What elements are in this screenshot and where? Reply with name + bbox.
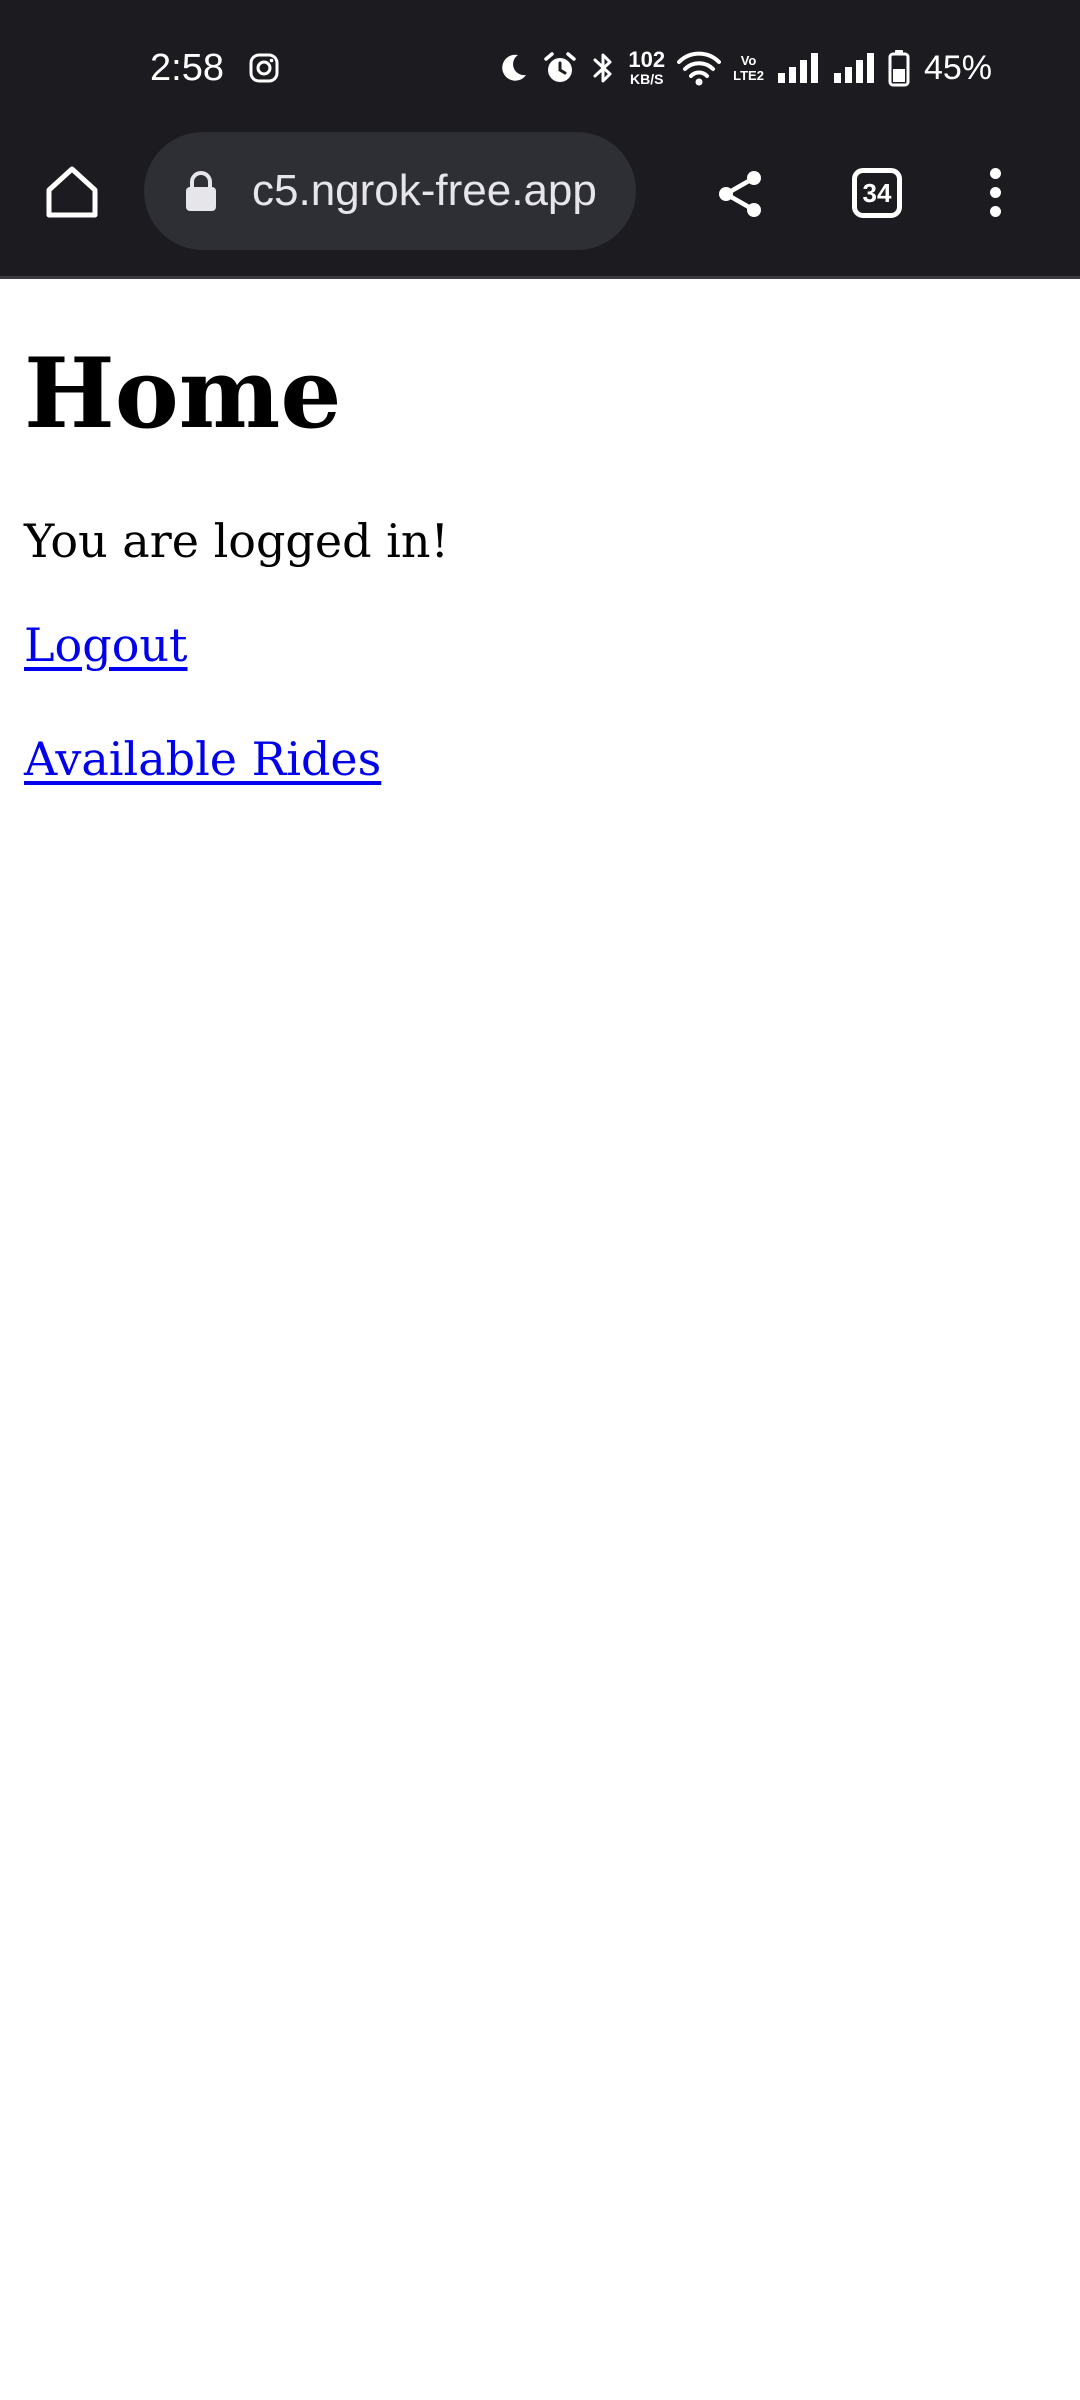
status-icons: 102 KB/S Vo LTE2 45% (496, 44, 992, 92)
overflow-menu-dot (989, 186, 1001, 198)
network-speed-unit: KB/S (630, 71, 664, 87)
tab-count: 34 (862, 177, 892, 208)
login-status-message: You are logged in! (24, 514, 449, 568)
tab-switcher-button[interactable]: 34 (844, 160, 910, 226)
bluetooth-icon (593, 53, 612, 83)
overflow-menu-dot (989, 205, 1001, 217)
overflow-menu-button[interactable] (970, 156, 1020, 228)
home-icon (46, 166, 98, 218)
status-bar: 2:58 102 KB/S Vo LTE2 45% (0, 0, 1080, 130)
volte-bottom-label: LTE2 (733, 68, 764, 83)
available-rides-link[interactable]: Available Rides (24, 729, 381, 789)
home-button[interactable] (36, 156, 108, 228)
signal-sim2-icon (833, 53, 874, 83)
url-bar[interactable]: c5.ngrok-free.app (144, 132, 636, 250)
volte-indicator: Vo LTE2 (733, 53, 764, 83)
tab-switcher-icon: 34 (852, 168, 902, 218)
instagram-icon (249, 53, 279, 83)
page-title: Home (24, 337, 342, 450)
battery-icon (888, 50, 910, 87)
share-icon (719, 171, 761, 217)
signal-sim1-icon (777, 53, 818, 83)
volte-top-label: Vo (740, 53, 757, 68)
share-button[interactable] (704, 158, 776, 230)
battery-percent: 45% (923, 48, 992, 87)
wifi-icon (677, 51, 722, 86)
logout-link[interactable]: Logout (24, 615, 188, 675)
status-time: 2:58 (150, 47, 224, 89)
screen: 2:58 102 KB/S Vo LTE2 45% c5.ngrok-free.… (0, 0, 1080, 2400)
alarm-icon (544, 52, 577, 82)
do-not-disturb-moon-icon (502, 54, 527, 81)
browser-toolbar: c5.ngrok-free.app 34 (0, 130, 1080, 279)
network-speed: 102 KB/S (628, 47, 666, 88)
url-text[interactable]: c5.ngrok-free.app (252, 132, 616, 250)
lock-icon (186, 171, 216, 211)
overflow-menu-icon (989, 167, 1001, 179)
network-speed-value: 102 (628, 47, 666, 72)
